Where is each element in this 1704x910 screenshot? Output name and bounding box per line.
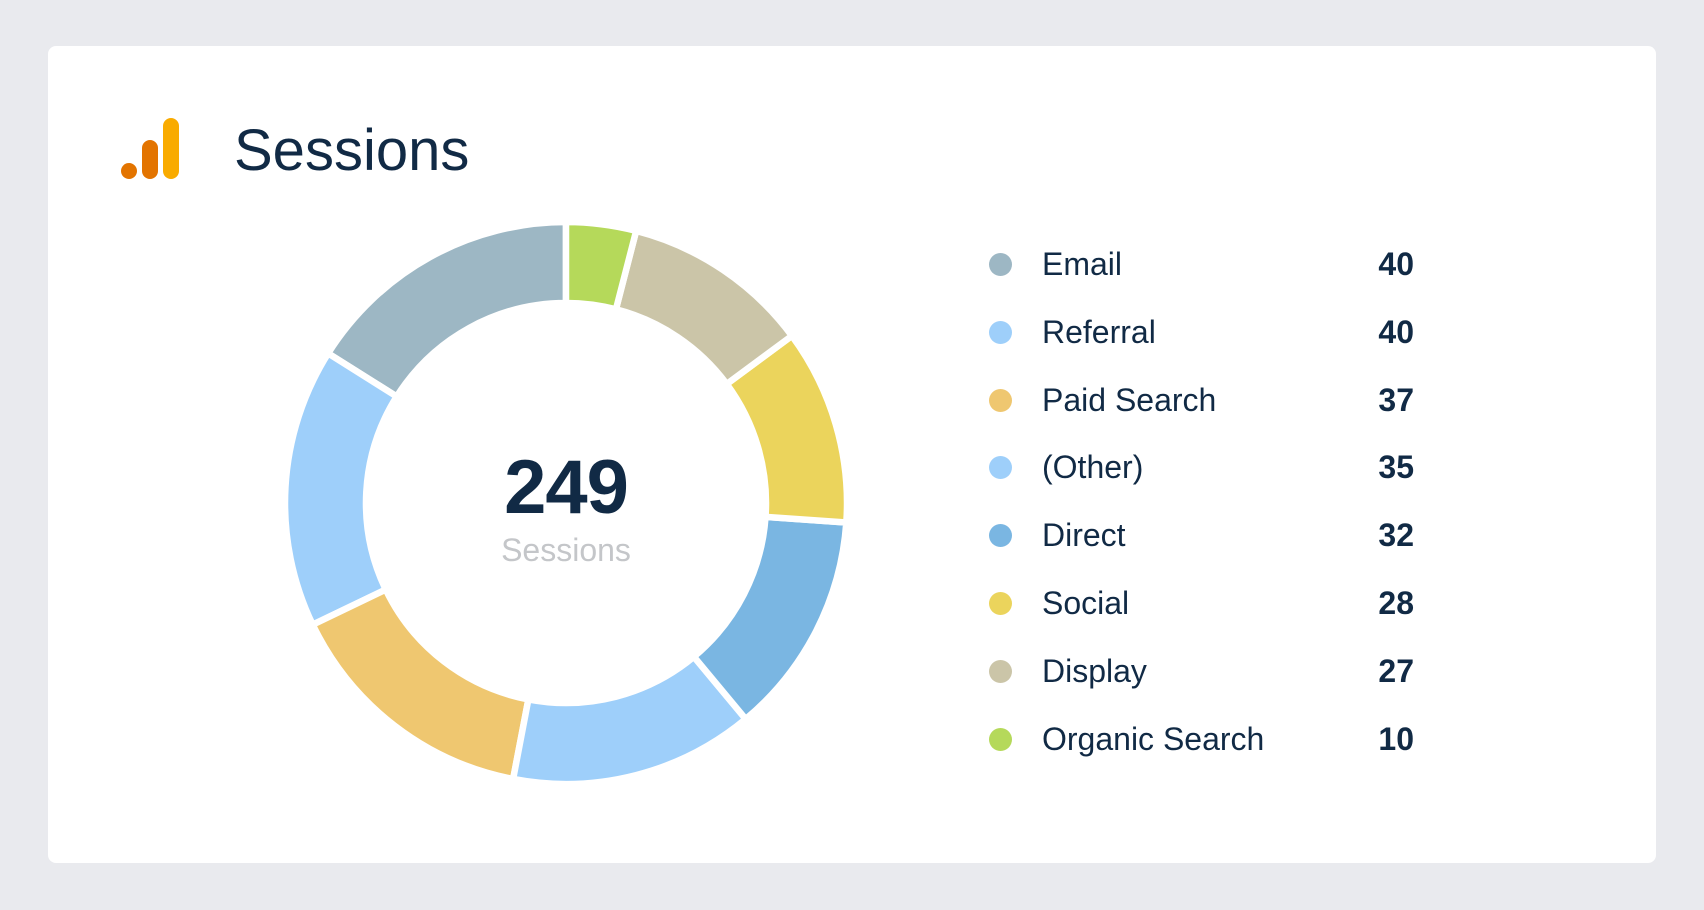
google-analytics-icon: [121, 118, 179, 179]
legend-value: 35: [1378, 449, 1414, 486]
legend-item[interactable]: Social 28: [988, 570, 1418, 638]
analytics-icon-tall-bar: [163, 118, 179, 179]
legend-item[interactable]: Email 40: [988, 231, 1418, 299]
analytics-icon-dot: [121, 163, 137, 179]
legend-item[interactable]: Organic Search 10: [988, 706, 1418, 774]
legend-label: Direct: [1042, 517, 1126, 554]
legend-value: 28: [1378, 584, 1414, 621]
legend-item[interactable]: Direct 32: [988, 502, 1418, 570]
widget-title: Sessions: [234, 118, 470, 183]
legend-value: 40: [1378, 313, 1414, 350]
legend-label: Email: [1042, 246, 1123, 282]
total-sessions-value: 249: [504, 445, 629, 530]
legend-label: Display: [1042, 652, 1147, 689]
legend-color-dot: [989, 320, 1012, 344]
legend-value: 40: [1378, 246, 1414, 282]
legend-color-dot: [989, 727, 1012, 751]
legend-item[interactable]: (Other) 35: [988, 434, 1418, 502]
legend-value: 27: [1378, 652, 1414, 689]
legend-color-dot: [989, 524, 1012, 548]
legend-color-dot: [989, 591, 1012, 615]
legend-label: Social: [1042, 584, 1130, 621]
legend-value: 32: [1378, 517, 1414, 554]
legend-value: 10: [1378, 720, 1414, 757]
analytics-icon-mid-bar: [142, 140, 158, 179]
total-sessions-label: Sessions: [501, 532, 631, 568]
legend-item[interactable]: Display 27: [988, 638, 1418, 706]
legend-color-dot: [989, 253, 1012, 276]
legend-item[interactable]: Paid Search 37: [988, 367, 1418, 435]
chart-legend: Email 40 Referral 40 Paid Search 37 (Oth…: [988, 231, 1418, 773]
legend-label: (Other): [1042, 449, 1144, 486]
legend-value: 37: [1378, 381, 1414, 418]
legend-label: Paid Search: [1042, 381, 1217, 418]
legend-color-dot: [989, 456, 1012, 480]
legend-item[interactable]: Referral 40: [988, 299, 1418, 367]
donut-center: 249 Sessions: [416, 448, 716, 570]
legend-label: Referral: [1042, 313, 1156, 350]
legend-label: Organic Search: [1042, 720, 1265, 757]
legend-color-dot: [989, 388, 1012, 412]
legend-color-dot: [989, 659, 1012, 683]
